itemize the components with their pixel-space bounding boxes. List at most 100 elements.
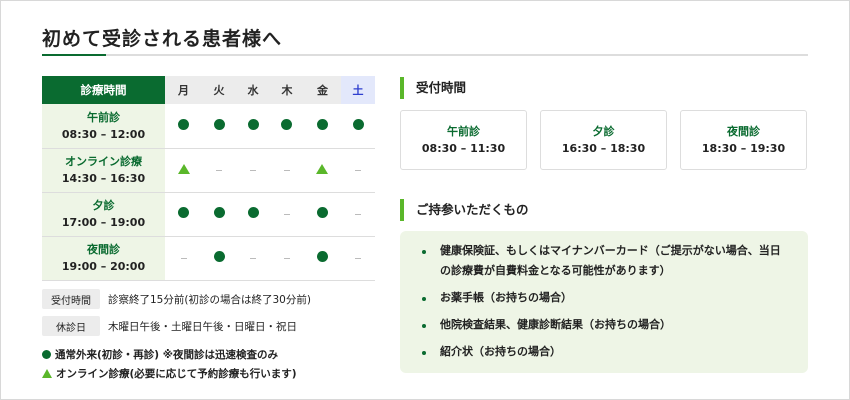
schedule-cell [236, 148, 270, 193]
legend-text: オンライン診療(必要に応じて予約診療も行います) [56, 368, 297, 380]
schedule-cell [202, 236, 237, 281]
schedule-cell [165, 104, 203, 149]
circle-icon [42, 350, 51, 359]
schedule-cell [341, 236, 375, 281]
table-row: 午前診 08:30 – 12:00 [42, 104, 375, 149]
circle-icon [213, 251, 225, 262]
triangle-icon [316, 163, 329, 174]
dash-icon [180, 258, 187, 259]
bring-heading: ご持参いただくもの [400, 199, 529, 221]
circle-icon [281, 118, 293, 130]
day-header: 月 [165, 76, 203, 104]
triangle-icon [42, 369, 52, 378]
page-title: 初めて受診される患者様へ [42, 28, 283, 50]
schedule-cell [269, 192, 304, 237]
day-header: 木 [269, 76, 304, 104]
circle-icon [213, 207, 225, 218]
session-label: 夕診 17:00 – 19:00 [42, 192, 165, 237]
legend-text: 通常外来(初診・再診) ※夜間診は迅速検査のみ [55, 349, 278, 361]
reception-card-evening: 夕診 16:30 – 18:30 [540, 110, 667, 170]
circle-icon [316, 118, 328, 130]
schedule-cell [236, 236, 270, 281]
list-item: 健康保険証、もしくはマイナンバーカード（ご提示がない場合、当日の診療費が自費料金… [420, 241, 788, 281]
schedule-cell [303, 236, 341, 281]
dash-icon [250, 170, 256, 171]
card-name: 夜間診 [727, 125, 760, 138]
table-row: 夕診 17:00 – 19:00 [42, 192, 375, 237]
session-label: 午前診 08:30 – 12:00 [42, 104, 165, 149]
session-time: 08:30 – 12:00 [61, 127, 146, 141]
dash-icon [283, 170, 290, 171]
card-time: 16:30 – 18:30 [561, 142, 646, 155]
info-text: 木曜日午後・土曜日午後・日曜日・祝日 [108, 320, 297, 333]
dash-icon [216, 170, 223, 171]
title-underline [42, 54, 808, 56]
circle-icon [316, 207, 328, 218]
legend-online: オンライン診療(必要に応じて予約診療も行います) [42, 366, 297, 381]
card-time: 08:30 – 11:30 [421, 142, 506, 155]
circle-icon [316, 251, 328, 262]
circle-icon [247, 118, 259, 130]
list-item: 紹介状（お持ちの場合） [420, 342, 788, 362]
circle-icon [178, 118, 190, 130]
day-header: 水 [236, 76, 270, 104]
list-item: お薬手帳（お持ちの場合） [420, 288, 788, 308]
session-name: 夕診 [92, 199, 115, 212]
schedule-cell [269, 104, 304, 149]
schedule-cell [202, 148, 237, 193]
schedule-cell [165, 236, 203, 281]
schedule-cell [303, 148, 341, 193]
schedule-cell [269, 236, 304, 281]
info-reception: 受付時間 診察終了15分前(初診の場合は終了30分前) [42, 289, 311, 309]
day-header: 火 [202, 76, 237, 104]
day-header: 金 [303, 76, 341, 104]
schedule-cell [202, 192, 237, 237]
session-name: 午前診 [87, 110, 120, 124]
circle-icon [247, 207, 259, 218]
session-name: 夜間診 [87, 243, 120, 256]
schedule-header: 診療時間 [42, 76, 165, 104]
schedule-cell [202, 104, 237, 149]
card-time: 18:30 – 19:30 [701, 142, 786, 155]
session-time: 19:00 – 20:00 [61, 260, 146, 273]
card-name: 午前診 [447, 125, 480, 138]
schedule-cell [303, 192, 341, 237]
session-time: 17:00 – 19:00 [61, 216, 146, 229]
dash-icon [355, 258, 361, 259]
schedule-cell [341, 104, 375, 149]
session-label: オンライン診療 14:30 – 16:30 [42, 148, 165, 193]
bring-list: 健康保険証、もしくはマイナンバーカード（ご提示がない場合、当日の診療費が自費料金… [400, 231, 808, 373]
dash-icon [283, 214, 290, 215]
session-name: オンライン診療 [65, 155, 142, 168]
schedule-cell [236, 192, 270, 237]
session-label: 夜間診 19:00 – 20:00 [42, 236, 165, 281]
info-label: 受付時間 [42, 289, 100, 309]
table-row: オンライン診療 14:30 – 16:30 [42, 148, 375, 193]
dash-icon [250, 258, 256, 259]
session-time: 14:30 – 16:30 [61, 172, 146, 185]
triangle-icon [177, 163, 190, 174]
info-text: 診察終了15分前(初診の場合は終了30分前) [108, 293, 311, 306]
table-row: 夜間診 19:00 – 20:00 [42, 236, 375, 281]
reception-heading: 受付時間 [400, 77, 466, 99]
legend-regular: 通常外来(初診・再診) ※夜間診は迅速検査のみ [42, 347, 278, 362]
info-closed-days: 休診日 木曜日午後・土曜日午後・日曜日・祝日 [42, 316, 297, 336]
info-label: 休診日 [42, 316, 100, 336]
reception-card-night: 夜間診 18:30 – 19:30 [680, 110, 807, 170]
reception-card-morning: 午前診 08:30 – 11:30 [400, 110, 527, 170]
circle-icon [178, 207, 190, 218]
circle-icon [213, 118, 225, 130]
day-header: 土 [341, 76, 375, 104]
schedule-cell [165, 148, 203, 193]
dash-icon [283, 258, 290, 259]
schedule-cell [269, 148, 304, 193]
card-name: 夕診 [592, 125, 615, 138]
circle-icon [352, 118, 364, 130]
schedule-cell [341, 148, 375, 193]
schedule-cell [165, 192, 203, 237]
schedule-cell [341, 192, 375, 237]
dash-icon [355, 170, 361, 171]
schedule-table: 診療時間 月火水木金土 午前診 08:30 – 12:00 オンライン診療 14:30… [42, 76, 375, 281]
schedule-cell [236, 104, 270, 149]
dash-icon [355, 214, 361, 215]
